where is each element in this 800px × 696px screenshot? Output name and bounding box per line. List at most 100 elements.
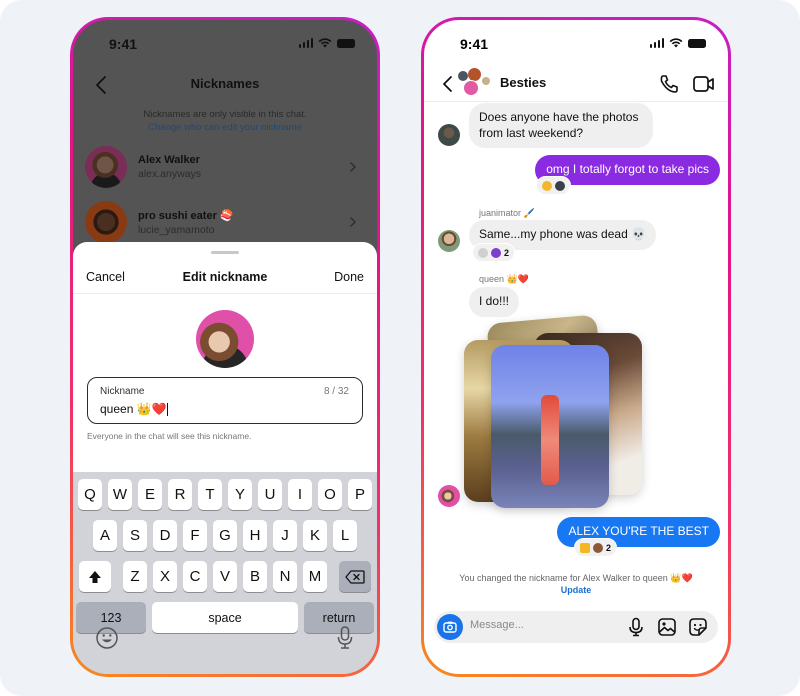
key-y[interactable]: Y — [228, 479, 252, 510]
photo-subject — [541, 395, 559, 485]
key-z[interactable]: Z — [123, 561, 147, 592]
group-avatar[interactable] — [458, 68, 492, 98]
member-row[interactable]: Alex Walker alex.anyways — [85, 144, 365, 190]
avatar — [438, 124, 460, 146]
reactions-pill[interactable] — [536, 176, 571, 195]
battery-icon — [688, 38, 706, 48]
note-text: Nicknames are only visible in this chat. — [143, 109, 307, 120]
sticker-icon[interactable] — [688, 617, 708, 637]
key-k[interactable]: K — [303, 520, 327, 551]
key-c[interactable]: C — [183, 561, 207, 592]
sheet-header: Cancel Edit nickname Done — [73, 262, 377, 294]
status-icons — [649, 38, 706, 48]
phone-call-icon[interactable] — [658, 73, 680, 95]
wifi-icon — [318, 38, 332, 48]
sheet-grabber[interactable] — [211, 251, 239, 254]
key-o[interactable]: O — [318, 479, 342, 510]
status-time: 9:41 — [460, 36, 489, 52]
skull-emoji — [478, 247, 488, 258]
avatar — [458, 71, 468, 81]
avatar — [438, 230, 460, 252]
avatar — [438, 485, 460, 507]
key-f[interactable]: F — [183, 520, 207, 551]
worried-face-emoji — [542, 180, 552, 191]
key-u[interactable]: U — [258, 479, 282, 510]
status-time: 9:41 — [109, 36, 138, 52]
mic-icon[interactable] — [626, 617, 646, 637]
key-d[interactable]: D — [153, 520, 177, 551]
nickname-value: queen 👑❤️ — [100, 402, 167, 416]
key-j[interactable]: J — [273, 520, 297, 551]
key-b[interactable]: B — [243, 561, 267, 592]
key-g[interactable]: G — [213, 520, 237, 551]
member-name: Alex Walker — [138, 154, 200, 166]
sender-name: juanimator 🖌️ — [479, 208, 535, 218]
done-button[interactable]: Done — [334, 270, 364, 284]
avatar — [463, 80, 479, 96]
key-r[interactable]: R — [168, 479, 192, 510]
key-q[interactable]: Q — [78, 479, 102, 510]
video-call-icon[interactable] — [692, 74, 716, 94]
chevron-right-icon — [350, 217, 356, 227]
phone-screen: 9:41 Nicknames Nicknames are only visibl… — [73, 20, 377, 674]
page-title: Nicknames — [190, 76, 260, 91]
member-username: alex.anyways — [138, 168, 202, 180]
avatar — [482, 77, 490, 85]
key-n[interactable]: N — [273, 561, 297, 592]
key-t[interactable]: T — [198, 479, 222, 510]
chevron-right-icon — [350, 162, 356, 172]
message-bubble-incoming[interactable]: I do!!! — [469, 287, 520, 317]
photo-thumbnail[interactable] — [491, 345, 609, 508]
key-w[interactable]: W — [108, 479, 132, 510]
change-permissions-link[interactable]: Change who can edit your nickname — [73, 121, 377, 134]
chat-header: Besties — [424, 66, 728, 102]
key-p[interactable]: P — [348, 479, 372, 510]
update-link[interactable]: Update — [424, 584, 728, 596]
signal-icon — [649, 38, 664, 48]
reactions-pill[interactable]: 2 — [574, 538, 618, 557]
phone-chat: 9:41 Besties Does anyone have the photos… — [421, 17, 731, 677]
group-name[interactable]: Besties — [500, 75, 546, 90]
key-l[interactable]: L — [333, 520, 357, 551]
key-e[interactable]: E — [138, 479, 162, 510]
message-composer — [434, 611, 718, 643]
message-input[interactable] — [470, 619, 590, 631]
crown-emoji — [580, 542, 590, 553]
avatar — [85, 201, 127, 243]
nickname-input[interactable]: queen 👑❤️ — [100, 402, 300, 417]
delete-key[interactable] — [339, 561, 371, 592]
key-a[interactable]: A — [93, 520, 117, 551]
avatar — [85, 146, 127, 188]
member-username: lucie_yamamoto — [138, 223, 215, 236]
key-x[interactable]: X — [153, 561, 177, 592]
shift-key[interactable] — [79, 561, 111, 592]
battery-icon — [337, 38, 355, 48]
system-notice: You changed the nickname for Alex Walker… — [424, 572, 728, 596]
status-bar: 9:41 — [424, 20, 728, 64]
keyboard-row: ASDFGHJKL — [73, 520, 377, 551]
keyboard-bottom-bar — [73, 620, 377, 674]
shift-icon — [89, 570, 101, 583]
reactions-pill[interactable]: 2 — [472, 243, 516, 262]
sheet-title: Edit nickname — [182, 270, 268, 284]
message-bubble-incoming[interactable]: Does anyone have the photos from last we… — [469, 103, 653, 148]
mic-icon[interactable] — [335, 625, 355, 651]
gallery-icon[interactable] — [657, 617, 677, 637]
key-v[interactable]: V — [213, 561, 237, 592]
wifi-icon — [669, 38, 683, 48]
text-caret — [166, 403, 168, 417]
emoji-icon[interactable] — [95, 626, 119, 650]
char-counter: 8 / 32 — [323, 386, 349, 397]
key-h[interactable]: H — [243, 520, 267, 551]
keyboard-row: ZXCVBNM — [73, 561, 377, 592]
rock-on-emoji — [593, 542, 603, 553]
key-i[interactable]: I — [288, 479, 312, 510]
camera-button[interactable] — [437, 614, 463, 640]
keyboard-row: QWERTYUIOP — [73, 479, 377, 510]
nicknames-note: Nicknames are only visible in this chat.… — [73, 108, 377, 134]
key-m[interactable]: M — [303, 561, 327, 592]
member-row[interactable]: pro sushi eater 🍣 lucie_yamamoto — [85, 199, 365, 245]
nickname-field[interactable]: Nickname 8 / 32 queen 👑❤️ — [87, 377, 363, 424]
key-s[interactable]: S — [123, 520, 147, 551]
back-chevron-icon[interactable] — [438, 74, 458, 94]
